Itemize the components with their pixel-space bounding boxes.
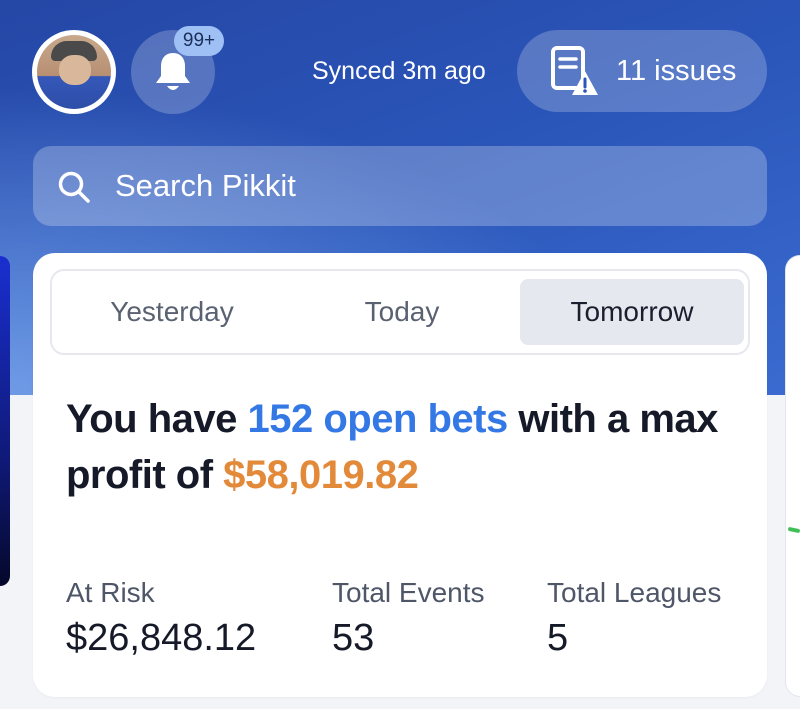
summary-prefix: You have: [66, 397, 248, 441]
stat-total-events: Total Events 53: [332, 575, 485, 661]
issues-button[interactable]: 11 issues: [517, 30, 767, 112]
tab-yesterday[interactable]: Yesterday: [60, 279, 284, 345]
avatar[interactable]: [32, 30, 116, 114]
open-bets-card: Yesterday Today Tomorrow You have 152 op…: [33, 253, 767, 697]
stat-value: $26,848.12: [66, 617, 257, 659]
search-input[interactable]: [115, 146, 735, 226]
search-bar[interactable]: [33, 146, 767, 226]
notification-badge: 99+: [174, 26, 224, 56]
stat-value: 5: [547, 617, 569, 659]
issues-report-icon: [551, 46, 598, 95]
stat-label: Total Leagues: [547, 577, 722, 608]
avatar-photo: [37, 35, 111, 109]
day-selector: Yesterday Today Tomorrow: [50, 269, 750, 355]
stat-total-leagues: Total Leagues 5: [547, 575, 721, 661]
open-bets-count[interactable]: 152 open bets: [247, 397, 508, 441]
search-icon: [58, 171, 90, 203]
previous-card-peek[interactable]: [0, 256, 10, 586]
max-profit-value: $58,019.82: [223, 453, 419, 497]
chart-line-fragment: [787, 526, 800, 534]
stat-at-risk: At Risk $26,848.12: [66, 575, 256, 661]
sync-status: Synced 3m ago: [312, 57, 486, 85]
bell-icon: [156, 53, 190, 90]
tab-today[interactable]: Today: [290, 279, 514, 345]
summary-headline: You have 152 open bets with a max profit…: [66, 391, 726, 503]
stat-label: Total Events: [332, 577, 485, 608]
tab-tomorrow[interactable]: Tomorrow: [520, 279, 744, 345]
stat-label: At Risk: [66, 577, 155, 608]
issues-label: 11 issues: [616, 55, 737, 87]
next-card-peek[interactable]: [786, 256, 800, 696]
stat-value: 53: [332, 617, 375, 659]
